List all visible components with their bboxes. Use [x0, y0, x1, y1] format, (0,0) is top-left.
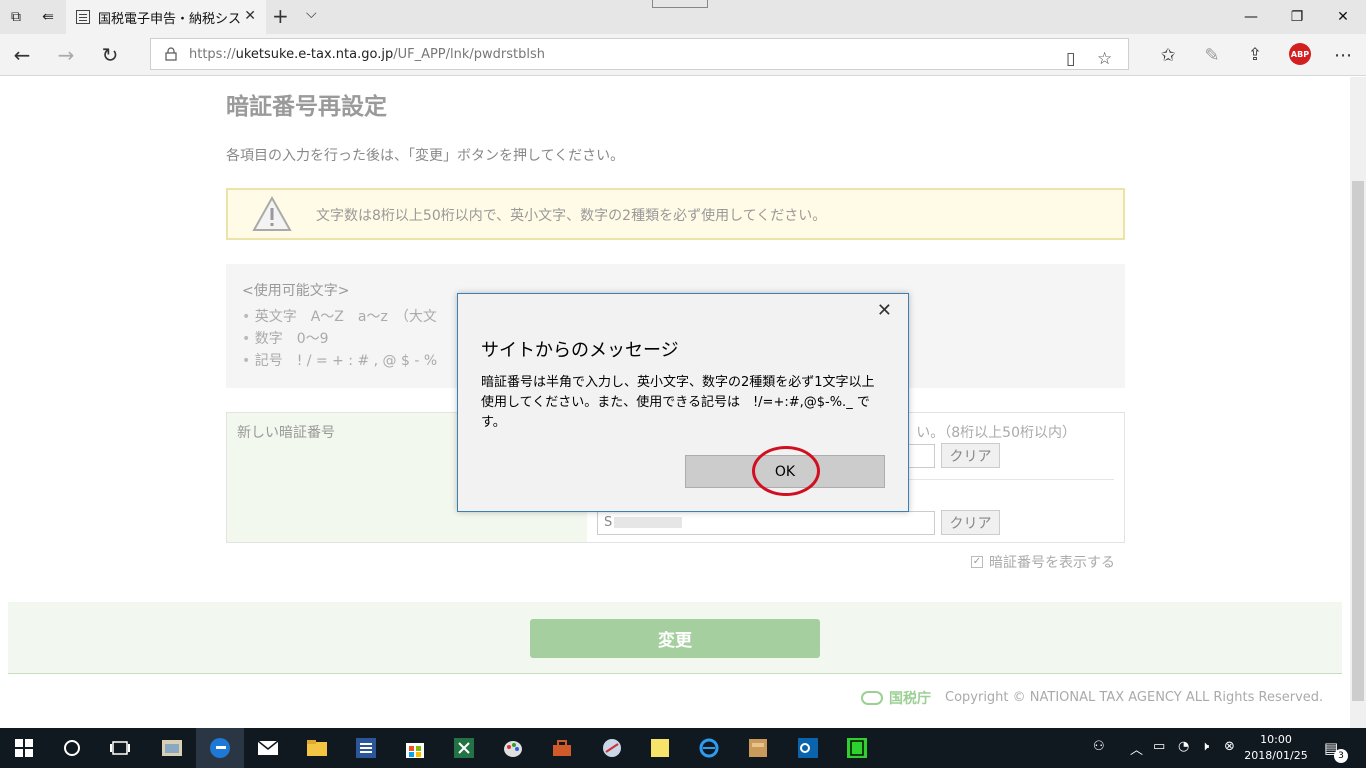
clock-time: 10:00	[1260, 733, 1292, 746]
excel-icon[interactable]	[452, 736, 476, 760]
cortana-icon[interactable]	[60, 736, 84, 760]
length-hint: い。（8桁以上50桁以内）	[916, 425, 1076, 441]
file-explorer-icon[interactable]	[305, 736, 329, 760]
dialog-title: サイトからのメッセージ	[481, 340, 679, 361]
network-icon[interactable]: ◔	[1178, 739, 1189, 754]
show-pin-label: 暗証番号を表示する	[989, 555, 1115, 571]
reading-view-icon[interactable]: ▯	[1066, 49, 1075, 69]
new-tab-icon[interactable]: +	[272, 4, 289, 28]
warning-box: 文字数は8桁以上50桁以内で、英小文字、数字の2種類を必ず使用してください。	[226, 188, 1125, 240]
volume-mute-icon[interactable]: 🕨	[1201, 739, 1209, 754]
usable-chars-heading: <使用可能文字>	[242, 283, 350, 299]
masked-value	[614, 517, 683, 528]
url-path: /UF_APP/lnk/pwdrstblsh	[393, 46, 546, 62]
sticky-notes-icon[interactable]	[648, 736, 672, 760]
browser-tab[interactable]: 国税電子申告・納税シス ✕	[66, 0, 266, 34]
footer-org-name: 国税庁	[889, 691, 931, 707]
restore-tabs-icon[interactable]: ⇚	[32, 0, 64, 34]
share-icon[interactable]: ⇪	[1240, 40, 1270, 70]
site-message-dialog: ✕ サイトからのメッセージ 暗証番号は半角で入力し、英小文字、数字の2種類を必ず…	[457, 293, 909, 512]
clock-date: 2018/01/25	[1244, 749, 1308, 762]
show-pin-toggle[interactable]: ✓ 暗証番号を表示する	[971, 552, 1115, 572]
page-title: 暗証番号再設定	[226, 94, 387, 120]
clear-confirm-pin-button[interactable]: クリア	[941, 510, 1000, 535]
tab-preview-chevron-icon[interactable]: ⌵	[306, 6, 317, 22]
windows-taskbar: ⚇ ︿ ▭ ◔ 🕨 ⊗ 10:00 2018/01/25 ▤	[0, 728, 1366, 768]
warning-icon	[252, 196, 292, 231]
page-scrollbar[interactable]	[1350, 77, 1366, 728]
word-icon[interactable]	[354, 736, 378, 760]
back-icon[interactable]: ←	[7, 40, 37, 70]
task-view-icon[interactable]	[108, 736, 132, 760]
tab-close-icon[interactable]: ✕	[244, 8, 256, 24]
window-drag-handle[interactable]	[652, 0, 708, 8]
refresh-icon[interactable]: ↻	[95, 40, 125, 70]
mail-icon[interactable]	[256, 736, 280, 760]
edge-browser-icon[interactable]	[208, 736, 232, 760]
address-bar[interactable]: https://uketsuke.e-tax.nta.go.jp/UF_APP/…	[150, 38, 1129, 70]
clear-new-pin-button[interactable]: クリア	[941, 443, 1000, 468]
favorites-hub-icon[interactable]: ✩	[1153, 40, 1183, 70]
dialog-close-icon[interactable]: ✕	[877, 300, 892, 321]
scrollbar-thumb[interactable]	[1352, 181, 1364, 701]
page-favicon-icon	[76, 10, 90, 24]
usable-chars-letters: 英文字 A～Z a～z （大文	[242, 306, 437, 328]
more-menu-icon[interactable]: ⋯	[1328, 40, 1358, 70]
store-icon[interactable]	[403, 736, 427, 760]
usable-chars-digits: 数字 0～9	[242, 328, 437, 350]
internet-explorer-icon[interactable]	[697, 736, 721, 760]
close-window-icon[interactable]: ✕	[1320, 0, 1366, 34]
new-pin-label: 新しい暗証番号	[237, 425, 335, 441]
confirm-pin-value: S	[604, 515, 613, 530]
notification-count-badge: 3	[1334, 749, 1348, 763]
url-host: uketsuke.e-tax.nta.go.jp	[235, 46, 394, 62]
minimize-icon[interactable]: —	[1228, 0, 1274, 34]
show-pin-checkbox[interactable]: ✓	[971, 556, 983, 568]
system-clock[interactable]: 10:00 2018/01/25	[1240, 732, 1312, 764]
toolbox-app-icon[interactable]	[550, 736, 574, 760]
url-protocol: https://	[189, 46, 236, 62]
highlight-circle	[752, 446, 820, 496]
paint-icon[interactable]	[501, 736, 525, 760]
nta-logo-icon	[861, 691, 883, 705]
people-icon[interactable]: ⚇	[1093, 739, 1105, 754]
tab-title: 国税電子申告・納税シス	[98, 11, 242, 27]
instruction-text: 各項目の入力を行った後は、「変更」ボタンを押してください。	[226, 148, 625, 164]
restore-window-icon[interactable]: ❐	[1274, 0, 1320, 34]
snipping-tool-icon[interactable]	[600, 736, 624, 760]
start-windows-icon[interactable]	[12, 736, 36, 760]
forward-icon[interactable]: →	[51, 40, 81, 70]
lock-icon	[165, 47, 177, 61]
nta-logo: 国税庁	[861, 688, 931, 708]
confirm-pin-input[interactable]: S	[597, 511, 935, 535]
photos-app-icon[interactable]	[160, 736, 184, 760]
web-note-icon[interactable]: ✎	[1197, 40, 1227, 70]
adblock-extension-icon[interactable]: ABP	[1289, 43, 1311, 65]
cabinet-app-icon[interactable]	[746, 736, 770, 760]
favorite-star-icon[interactable]: ☆	[1097, 49, 1112, 69]
outlook-icon[interactable]	[796, 736, 820, 760]
warning-text: 文字数は8桁以上50桁以内で、英小文字、数字の2種類を必ず使用してください。	[316, 208, 827, 224]
browser-nav-bar: ← → ↻ https://uketsuke.e-tax.nta.go.jp/U…	[0, 34, 1366, 76]
set-aside-tabs-icon[interactable]: ⧉	[0, 0, 32, 34]
tray-expand-icon[interactable]: ︿	[1130, 739, 1143, 758]
dialog-message: 暗証番号は半角で入力し、英小文字、数字の2種類を必ず1文字以上使用してください。…	[481, 375, 875, 430]
usable-chars-symbols: 記号 ! / = + : # , @ $ - %	[242, 350, 437, 372]
copyright-text: Copyright © NATIONAL TAX AGENCY ALL Righ…	[945, 690, 1324, 705]
green-app-icon[interactable]	[845, 736, 869, 760]
ime-icon[interactable]: ⊗	[1224, 739, 1235, 754]
change-button[interactable]: 変更	[530, 619, 820, 658]
battery-icon[interactable]: ▭	[1153, 739, 1165, 754]
browser-tab-bar: ⧉ ⇚ 国税電子申告・納税シス ✕ + ⌵ — ❐ ✕	[0, 0, 1366, 34]
